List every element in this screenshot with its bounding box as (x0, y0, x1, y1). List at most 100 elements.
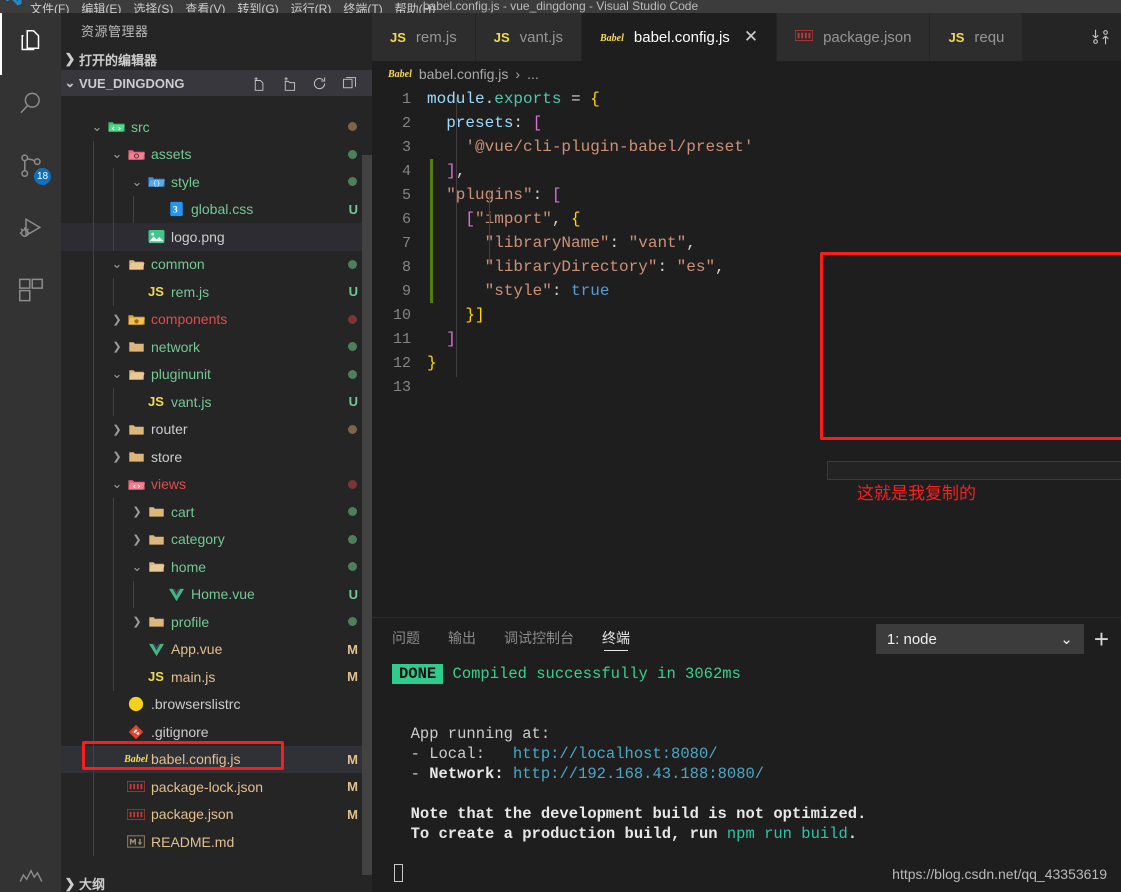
file-tree[interactable]: ⌄ src ⌄ assets ⌄ {} style 3 global.css Ulogo.png ⌄… (61, 113, 372, 875)
tree-item-pluginunit[interactable]: ⌄ pluginunit (61, 360, 372, 388)
terminal-text: Compiled successfully in 3062ms (443, 665, 741, 683)
panel-tab-3[interactable]: 终端 (602, 618, 630, 658)
tree-item-logo-png[interactable]: logo.png (61, 223, 372, 251)
panel-tab-0[interactable]: 问题 (392, 618, 420, 658)
chevron-right-icon[interactable]: ❯ (109, 313, 125, 326)
terminal-output[interactable]: DONE Compiled successfully in 3062ms App… (372, 658, 1121, 892)
code-token: ] (446, 162, 456, 180)
tree-item-home-vue[interactable]: Home.vue U (61, 580, 372, 608)
activity-run-debug[interactable] (0, 199, 61, 261)
breadcrumb-rest[interactable]: ... (527, 66, 539, 82)
close-icon[interactable]: ✕ (744, 27, 758, 47)
tree-item-network[interactable]: ❯ network (61, 333, 372, 361)
folder-status-dot (348, 507, 357, 517)
tree-item-readme-md[interactable]: README.md (61, 828, 372, 856)
collapse-all-icon[interactable] (341, 75, 358, 92)
tree-item-label: babel.config.js (151, 751, 241, 768)
tree-item-label: common (151, 256, 205, 273)
tree-item-gitignore[interactable]: .gitignore (61, 718, 372, 746)
code-line-text: module.exports = { (427, 90, 600, 108)
chevron-down-icon[interactable]: ⌄ (89, 119, 105, 135)
code-editor[interactable]: 1module.exports = {2 presets: [3 '@vue/c… (372, 87, 1121, 617)
chevron-right-icon[interactable]: ❯ (129, 533, 145, 546)
activity-explorer[interactable] (0, 13, 61, 75)
chevron-down-icon[interactable]: ⌄ (129, 559, 145, 575)
section-outline[interactable]: ❯ 大纲 (61, 875, 372, 892)
breadcrumb-file[interactable]: babel.config.js (419, 66, 509, 82)
tree-item-label: pluginunit (151, 366, 211, 383)
panel-tab-2[interactable]: 调试控制台 (504, 618, 574, 658)
editor-tabs[interactable]: JS rem.js JS vant.js Babel babel.config.js ✕ pa… (372, 13, 1121, 61)
sidebar-title: 资源管理器 (81, 24, 149, 39)
section-project[interactable]: ⌄ VUE_DINGDONG (61, 70, 372, 96)
chevron-right-icon[interactable]: ❯ (129, 505, 145, 518)
tree-item-components[interactable]: ❯ components (61, 305, 372, 333)
tree-item-home[interactable]: ⌄ home (61, 553, 372, 581)
panel-tab-1[interactable]: 输出 (448, 618, 476, 658)
breadcrumb[interactable]: Babel babel.config.js › ... (372, 61, 1121, 87)
tree-item-router[interactable]: ❯ router (61, 415, 372, 443)
new-folder-icon[interactable] (281, 75, 298, 92)
tree-item-views[interactable]: ⌄ views (61, 470, 372, 498)
indent-guide (113, 195, 114, 223)
chevron-right-icon[interactable]: ❯ (129, 615, 145, 628)
tree-item-package-lock-json[interactable]: package-lock.json M (61, 773, 372, 801)
tree-item-profile[interactable]: ❯ profile (61, 608, 372, 636)
tree-item-src[interactable]: ⌄ src (61, 113, 372, 141)
indent-guide (93, 690, 94, 718)
tree-item-main-js[interactable]: JS main.js M (61, 663, 372, 691)
tree-item-global-css[interactable]: 3 global.css U (61, 195, 372, 223)
code-token: exports (494, 90, 562, 108)
section-open-editors[interactable]: ❯ 打开的编辑器 (61, 48, 372, 70)
tree-item-cart[interactable]: ❯ cart (61, 498, 372, 526)
manage-gear-icon[interactable] (18, 862, 44, 892)
markdown-icon (125, 835, 147, 848)
editor-tab-requ[interactable]: JS requ (930, 13, 1024, 61)
activity-extensions[interactable] (0, 261, 61, 323)
tree-item-store[interactable]: ❯ store (61, 443, 372, 471)
activity-search[interactable] (0, 75, 61, 137)
tree-item-label: package.json (151, 806, 234, 823)
tree-item-app-vue[interactable]: App.vue M (61, 635, 372, 663)
chevron-down-icon[interactable]: ⌄ (109, 366, 125, 382)
editor-tab-package-json[interactable]: package.json (777, 13, 931, 61)
tree-item-rem-js[interactable]: JS rem.js U (61, 278, 372, 306)
editor-tab-babel-config-js[interactable]: Babel babel.config.js ✕ (582, 13, 778, 61)
code-token: "import" (475, 210, 552, 228)
tree-item-package-json[interactable]: package.json M (61, 800, 372, 828)
tree-item-browserslistrc[interactable]: .browserslistrc (61, 690, 372, 718)
chevron-right-icon[interactable]: ❯ (109, 450, 125, 463)
chevron-down-icon[interactable]: ⌄ (109, 256, 125, 272)
tree-item-category[interactable]: ❯ category (61, 525, 372, 553)
tree-item-common[interactable]: ⌄ common (61, 250, 372, 278)
indent-guide (93, 250, 94, 278)
new-file-icon[interactable] (251, 75, 268, 92)
terminal-link[interactable]: http://192.168.43.188:8080/ (513, 765, 764, 783)
line-number: 7 (401, 234, 411, 252)
editor-tab-rem-js[interactable]: JS rem.js (372, 13, 476, 61)
new-terminal-plus-icon[interactable]: + (1094, 626, 1113, 652)
indent-guide (93, 168, 94, 196)
indent-guide (93, 828, 94, 856)
chevron-down-icon[interactable]: ⌄ (129, 174, 145, 190)
activity-source-control[interactable]: 18 (0, 137, 61, 199)
line-number: 8 (401, 258, 411, 276)
tree-item-style[interactable]: ⌄ {} style (61, 168, 372, 196)
code-line-text: } (427, 354, 437, 372)
chevron-right-icon[interactable]: ❯ (109, 423, 125, 436)
indent-guide (93, 553, 94, 581)
chevron-down-icon[interactable]: ⌄ (109, 146, 125, 162)
terminal-link[interactable]: http://localhost:8080/ (513, 745, 718, 763)
tree-item-assets[interactable]: ⌄ assets (61, 140, 372, 168)
editor-tab-vant-js[interactable]: JS vant.js (475, 13, 583, 61)
line-number: 2 (401, 114, 411, 132)
refresh-icon[interactable] (311, 75, 328, 92)
chevron-down-icon[interactable]: ⌄ (109, 476, 125, 492)
tree-item-vant-js[interactable]: JS vant.js U (61, 388, 372, 416)
chevron-right-icon[interactable]: ❯ (109, 340, 125, 353)
sidebar-scrollbar[interactable] (362, 155, 372, 875)
split-editor-icon[interactable] (1081, 13, 1121, 61)
terminal-selector[interactable]: 1: node ⌄ (875, 624, 1084, 654)
tree-item-babel-config-js[interactable]: Babel babel.config.js M (61, 745, 372, 773)
terminal-text: npm run build (726, 825, 848, 843)
